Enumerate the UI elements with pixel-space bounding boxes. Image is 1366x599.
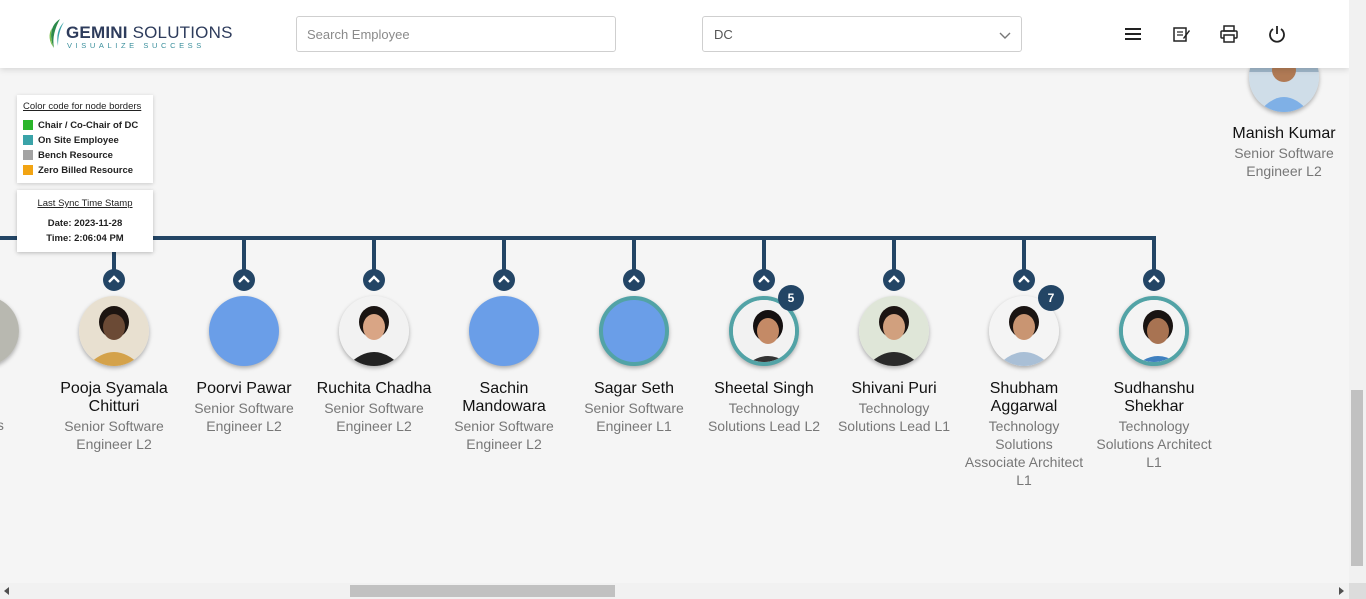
legend-label: Chair / Co-Chair of DC [38, 120, 139, 131]
sync-date: Date: 2023-11-28 [47, 218, 123, 229]
chevron-up-icon [758, 275, 770, 283]
parent-name: Manish Kumar [1232, 125, 1336, 142]
chevron-down-icon [999, 32, 1011, 39]
chevron-up-icon [888, 275, 900, 283]
legend-label: Bench Resource [38, 150, 113, 161]
legend-swatch [23, 150, 33, 160]
chevron-up-icon [1018, 275, 1030, 283]
org-connector-lines [0, 236, 1156, 272]
top-bar: GEMINI SOLUTIONS VISUALIZE SUCCESS DC [0, 0, 1349, 68]
dc-select[interactable]: DC [702, 16, 1022, 52]
legend-title: Color code for node borders [23, 101, 142, 112]
leaf-logo-icon [49, 19, 64, 48]
legend-swatch [23, 165, 33, 175]
chevron-up-icon [238, 275, 250, 283]
sync-title: Last Sync Time Stamp [37, 198, 133, 209]
chevron-up-icon [628, 275, 640, 283]
direct-reports-count-badge[interactable]: 7 [1038, 285, 1064, 311]
logo-tagline: VISUALIZE SUCCESS [67, 41, 205, 50]
logo-wordmark: GEMINI SOLUTIONS [66, 23, 233, 42]
power-icon[interactable] [1267, 24, 1287, 44]
collapse-toggle-button[interactable] [103, 269, 125, 291]
collapse-toggle-button[interactable] [1143, 269, 1165, 291]
legend-swatch [23, 135, 33, 145]
border-color-legend: Color code for node borders Chair / Co-C… [17, 95, 153, 183]
sync-timestamp-card: Last Sync Time Stamp Date: 2023-11-28 Ti… [17, 190, 153, 252]
collapse-toggle-button[interactable] [623, 269, 645, 291]
parent-designation-line2: Engineer L2 [1246, 163, 1322, 179]
scrollbar-corner [1349, 583, 1366, 599]
gemini-solutions-logo[interactable]: GEMINI SOLUTIONS VISUALIZE SUCCESS [46, 18, 232, 52]
dc-select-value: DC [714, 27, 733, 42]
print-icon[interactable] [1219, 24, 1239, 44]
chevron-up-icon [368, 275, 380, 283]
menu-icon[interactable] [1123, 24, 1143, 44]
collapse-toggle-button[interactable] [1013, 269, 1035, 291]
search-employee-input[interactable] [296, 16, 616, 52]
parent-designation-line1: Senior Software [1234, 145, 1334, 161]
collapse-toggle-button[interactable] [363, 269, 385, 291]
collapse-toggle-button[interactable] [493, 269, 515, 291]
collapse-toggle-button[interactable] [753, 269, 775, 291]
vertical-scrollbar-thumb[interactable] [1351, 390, 1363, 566]
chevron-up-icon [498, 275, 510, 283]
legend-swatch [23, 120, 33, 130]
chevron-up-icon [108, 275, 120, 283]
legend-label: On Site Employee [38, 135, 119, 146]
collapse-toggle-button[interactable] [233, 269, 255, 291]
direct-reports-count-badge[interactable]: 5 [778, 285, 804, 311]
sync-time: Time: 2:06:04 PM [46, 233, 124, 244]
chevron-up-icon [1148, 275, 1160, 283]
notes-icon[interactable] [1171, 24, 1191, 44]
legend-label: Zero Billed Resource [38, 165, 134, 176]
collapse-toggle-button[interactable] [883, 269, 905, 291]
